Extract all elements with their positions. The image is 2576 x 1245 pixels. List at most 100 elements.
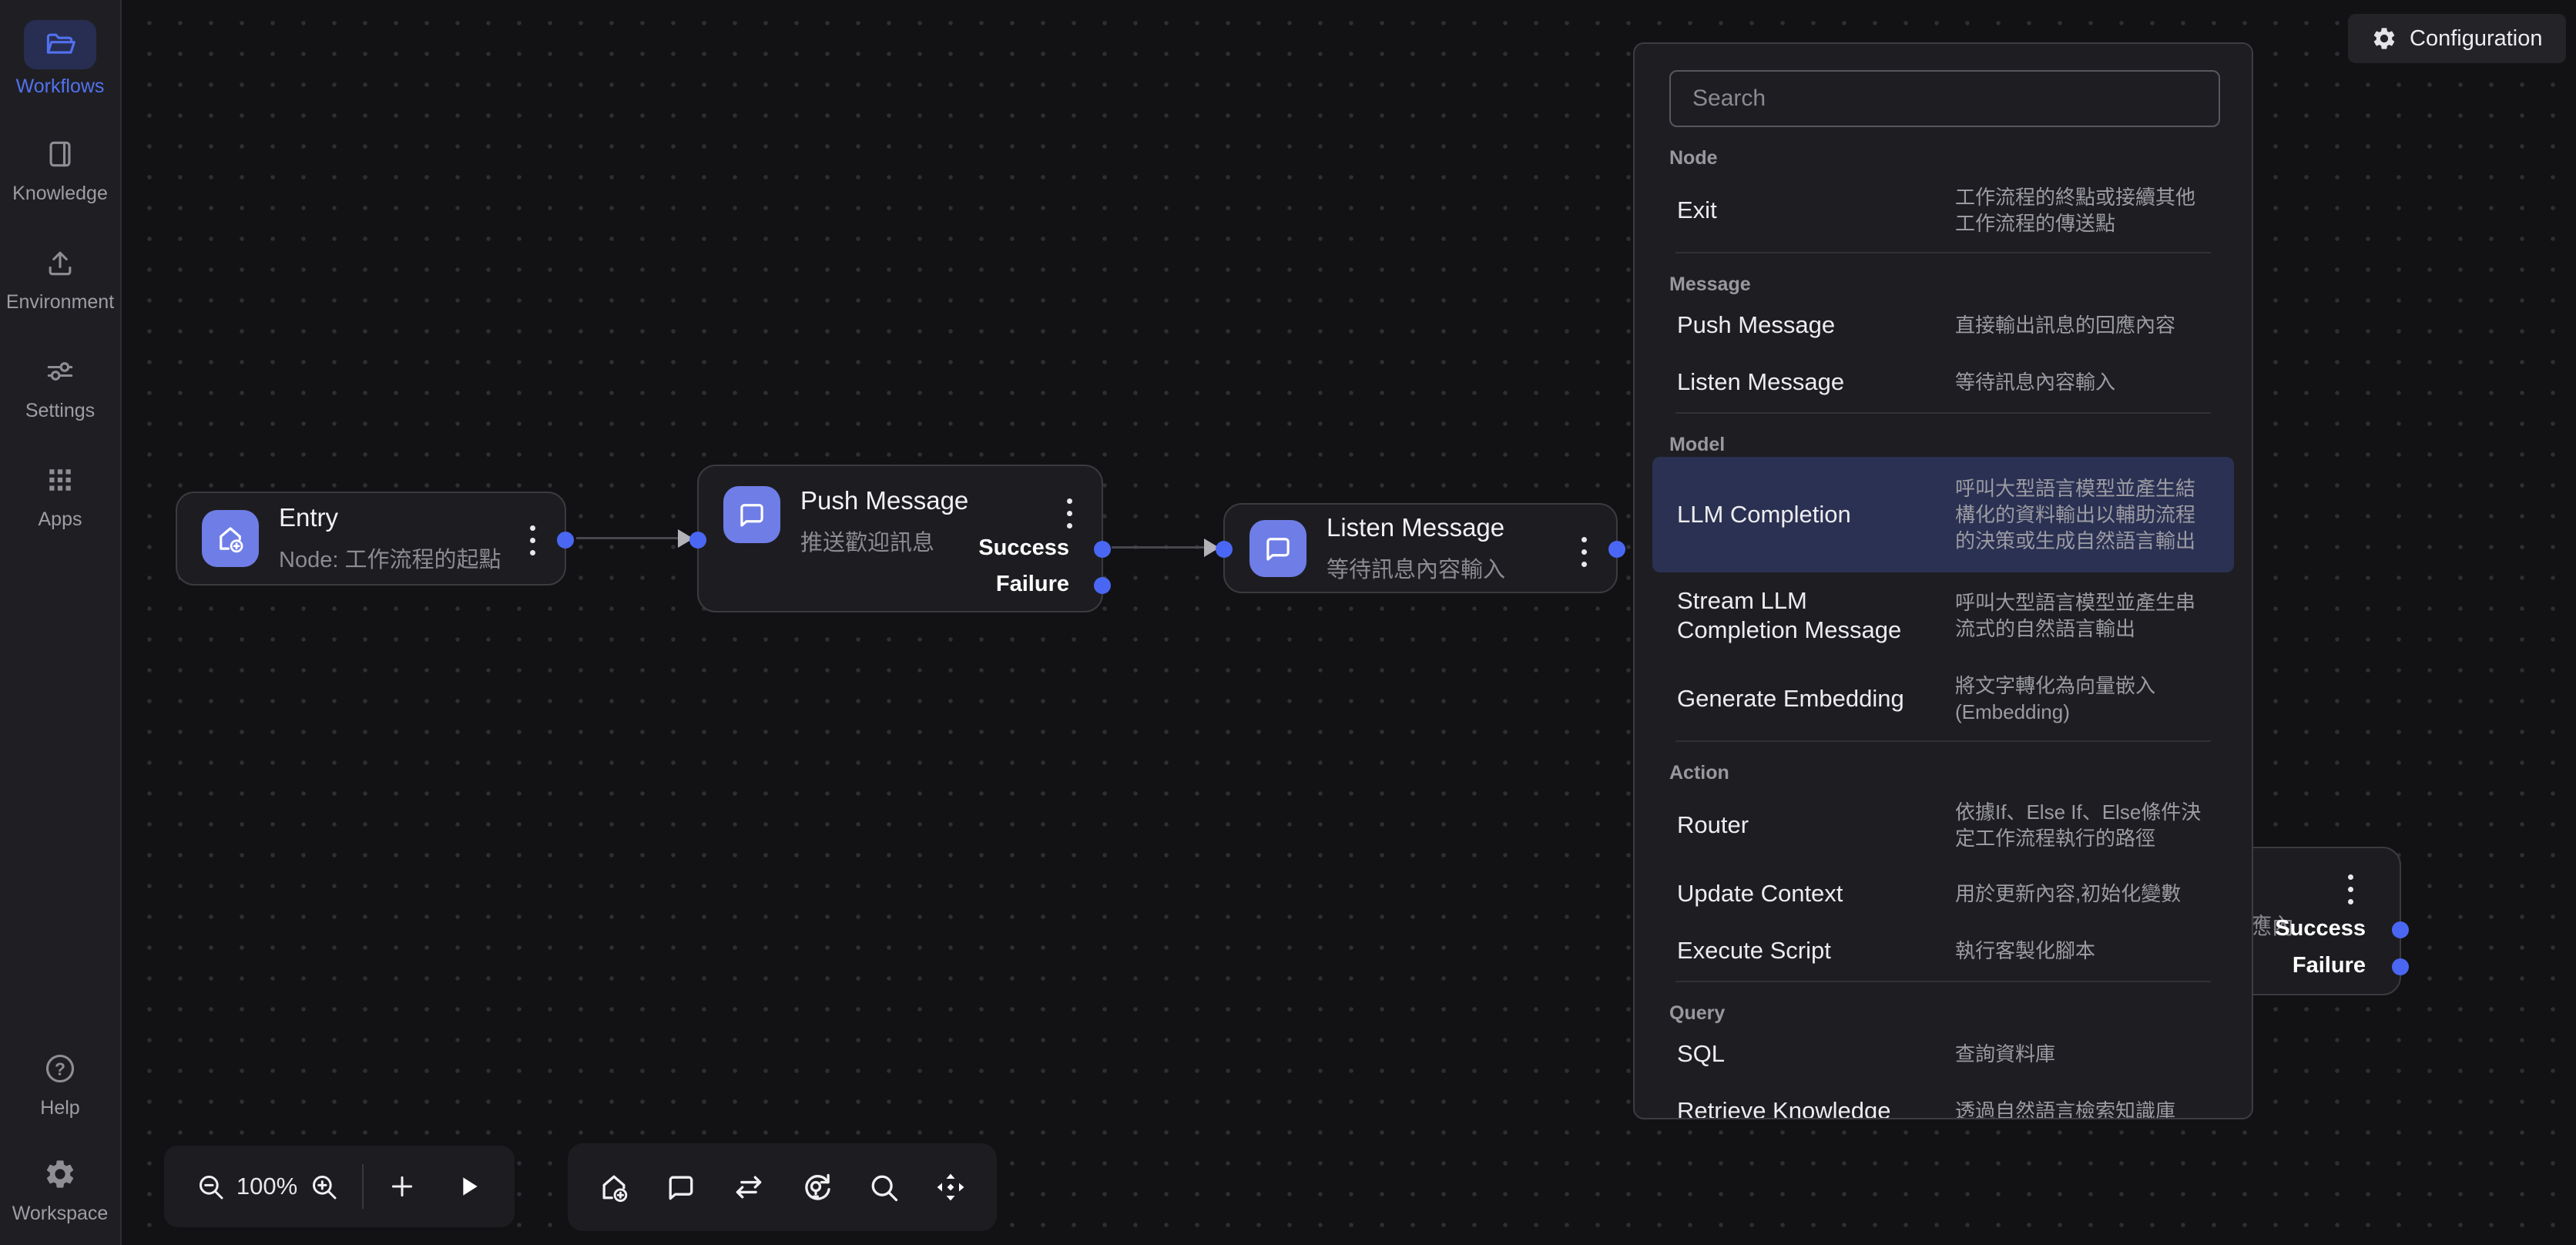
sidebar-item-label: Knowledge <box>12 183 108 205</box>
configuration-button[interactable]: Configuration <box>2348 14 2566 63</box>
sidebar-item-apps[interactable]: Apps <box>24 458 96 531</box>
node-palette-panel: Node Exit 工作流程的終點或接續其他工作流程的傳送點 Message P… <box>1633 42 2253 1119</box>
sidebar-item-help[interactable]: ? Help <box>24 1046 96 1119</box>
node-menu-button[interactable] <box>1578 534 1590 570</box>
folder-icon <box>24 20 96 69</box>
section-label-query: Query <box>1669 1002 2217 1025</box>
section-label-model: Model <box>1669 434 2217 457</box>
book-icon <box>24 132 96 176</box>
add-node-button[interactable] <box>382 1166 422 1206</box>
output-port-failure[interactable] <box>2392 958 2409 975</box>
node-menu-button[interactable] <box>2345 871 2356 908</box>
edge-success-to-listen <box>1112 546 1216 549</box>
move-icon <box>934 1170 968 1204</box>
section-label-node: Node <box>1669 147 2217 170</box>
node-title: Push Message <box>800 486 968 515</box>
output-port[interactable] <box>1608 541 1625 558</box>
divider <box>1675 412 2211 414</box>
palette-item-generate-embedding[interactable]: Generate Embedding 將文字轉化為向量嵌入 (Embedding… <box>1669 659 2217 739</box>
node-title: Listen Message <box>1327 513 1505 542</box>
sidebar: Workflows Knowledge Environment Settings <box>0 0 122 1245</box>
node-entry[interactable]: Entry Node: 工作流程的起點 <box>176 492 566 586</box>
house-plus-icon <box>202 510 259 567</box>
palette-item-push-message[interactable]: Push Message 直接輸出訊息的回應內容 <box>1669 297 2217 354</box>
sidebar-item-settings[interactable]: Settings <box>24 349 96 422</box>
add-entry-node-button[interactable] <box>592 1166 636 1209</box>
section-label-message: Message <box>1669 273 2217 297</box>
node-shortcut-toolbar <box>568 1143 997 1231</box>
sidebar-item-label: Settings <box>25 400 95 422</box>
sliders-icon <box>24 349 96 394</box>
sidebar-item-environment[interactable]: Environment <box>6 240 114 314</box>
zoom-out-icon <box>195 1171 226 1202</box>
zoom-in-icon <box>308 1171 339 1202</box>
house-plus-icon <box>597 1170 631 1204</box>
palette-item-update-context[interactable]: Update Context 用於更新內容,初始化變數 <box>1669 865 2217 922</box>
palette-item-exit[interactable]: Exit 工作流程的終點或接續其他工作流程的傳送點 <box>1669 170 2217 250</box>
node-subtitle: Node: 工作流程的起點 <box>279 542 501 574</box>
divider <box>1675 740 2211 742</box>
swap-arrows-button[interactable] <box>727 1166 770 1209</box>
node-push-message[interactable]: Push Message 推送歡迎訊息 Success Failure <box>697 465 1103 612</box>
output-port-success[interactable] <box>2392 921 2409 938</box>
zoom-toolbar: 100% <box>164 1146 515 1227</box>
sidebar-item-label: Workspace <box>12 1203 109 1225</box>
svg-text:?: ? <box>55 1059 65 1079</box>
gear-icon <box>24 1152 96 1196</box>
sidebar-item-workspace[interactable]: Workspace <box>12 1152 109 1225</box>
add-message-node-button[interactable] <box>659 1166 703 1209</box>
divider <box>362 1164 364 1209</box>
upload-icon <box>24 240 96 285</box>
move-canvas-button[interactable] <box>929 1166 972 1209</box>
search-icon <box>867 1170 901 1204</box>
palette-item-listen-message[interactable]: Listen Message 等待訊息內容輸入 <box>1669 354 2217 411</box>
run-workflow-button[interactable] <box>448 1166 488 1206</box>
output-label-success: Success <box>2275 916 2366 941</box>
sidebar-item-knowledge[interactable]: Knowledge <box>12 132 108 205</box>
node-menu-button[interactable] <box>1064 495 1075 532</box>
sidebar-item-label: Workflows <box>16 76 105 98</box>
output-port-success[interactable] <box>1094 541 1111 558</box>
lightbulb-rotate-icon <box>799 1170 833 1204</box>
workflow-editor: Workflows Knowledge Environment Settings <box>0 0 2576 1245</box>
node-listen-message[interactable]: Listen Message 等待訊息內容輸入 <box>1223 503 1618 593</box>
chat-bubble-icon <box>664 1170 698 1204</box>
palette-item-execute-script[interactable]: Execute Script 執行客製化腳本 <box>1669 922 2217 979</box>
gear-icon <box>2371 25 2397 52</box>
help-icon: ? <box>24 1046 96 1091</box>
sidebar-item-workflows[interactable]: Workflows <box>16 20 105 98</box>
node-subtitle: 推送歡迎訊息 <box>800 525 968 557</box>
configuration-label: Configuration <box>2410 26 2543 52</box>
palette-item-llm-completion[interactable]: LLM Completion 呼叫大型語言模型並產生結構化的資料輸出以輔助流程的… <box>1652 457 2234 572</box>
node-menu-button[interactable] <box>527 522 538 559</box>
idea-refresh-button[interactable] <box>794 1166 837 1209</box>
divider <box>1675 252 2211 253</box>
zoom-level: 100% <box>230 1173 304 1200</box>
section-label-action: Action <box>1669 762 2217 785</box>
sidebar-item-label: Help <box>40 1097 79 1119</box>
zoom-out-button[interactable] <box>190 1166 230 1206</box>
input-port[interactable] <box>689 532 706 549</box>
output-port[interactable] <box>557 532 574 549</box>
palette-item-stream-llm-completion-message[interactable]: Stream LLM Completion Message 呼叫大型語言模型並產… <box>1669 572 2217 659</box>
output-label-failure: Failure <box>2293 953 2366 978</box>
output-label-success: Success <box>978 535 1069 561</box>
divider <box>1675 981 2211 982</box>
palette-item-retrieve-knowledge[interactable]: Retrieve Knowledge 透過自然語言檢索知識庫 <box>1669 1082 2217 1119</box>
plus-icon <box>387 1171 418 1202</box>
zoom-in-button[interactable] <box>304 1166 344 1206</box>
input-port[interactable] <box>1216 541 1233 558</box>
swap-arrows-icon <box>732 1170 766 1204</box>
node-title: Entry <box>279 503 501 532</box>
play-icon <box>453 1171 484 1202</box>
grid-apps-icon <box>24 458 96 502</box>
palette-item-sql[interactable]: SQL 查詢資料庫 <box>1669 1025 2217 1082</box>
search-input[interactable] <box>1669 70 2220 127</box>
chat-bubble-icon <box>723 486 780 543</box>
search-canvas-button[interactable] <box>862 1166 905 1209</box>
node-subtitle: 等待訊息內容輸入 <box>1327 552 1505 584</box>
chat-bubble-icon <box>1249 520 1306 577</box>
palette-item-router[interactable]: Router 依據If、Else If、Else條件決定工作流程執行的路徑 <box>1669 785 2217 865</box>
sidebar-item-label: Environment <box>6 291 114 314</box>
output-port-failure[interactable] <box>1094 577 1111 594</box>
